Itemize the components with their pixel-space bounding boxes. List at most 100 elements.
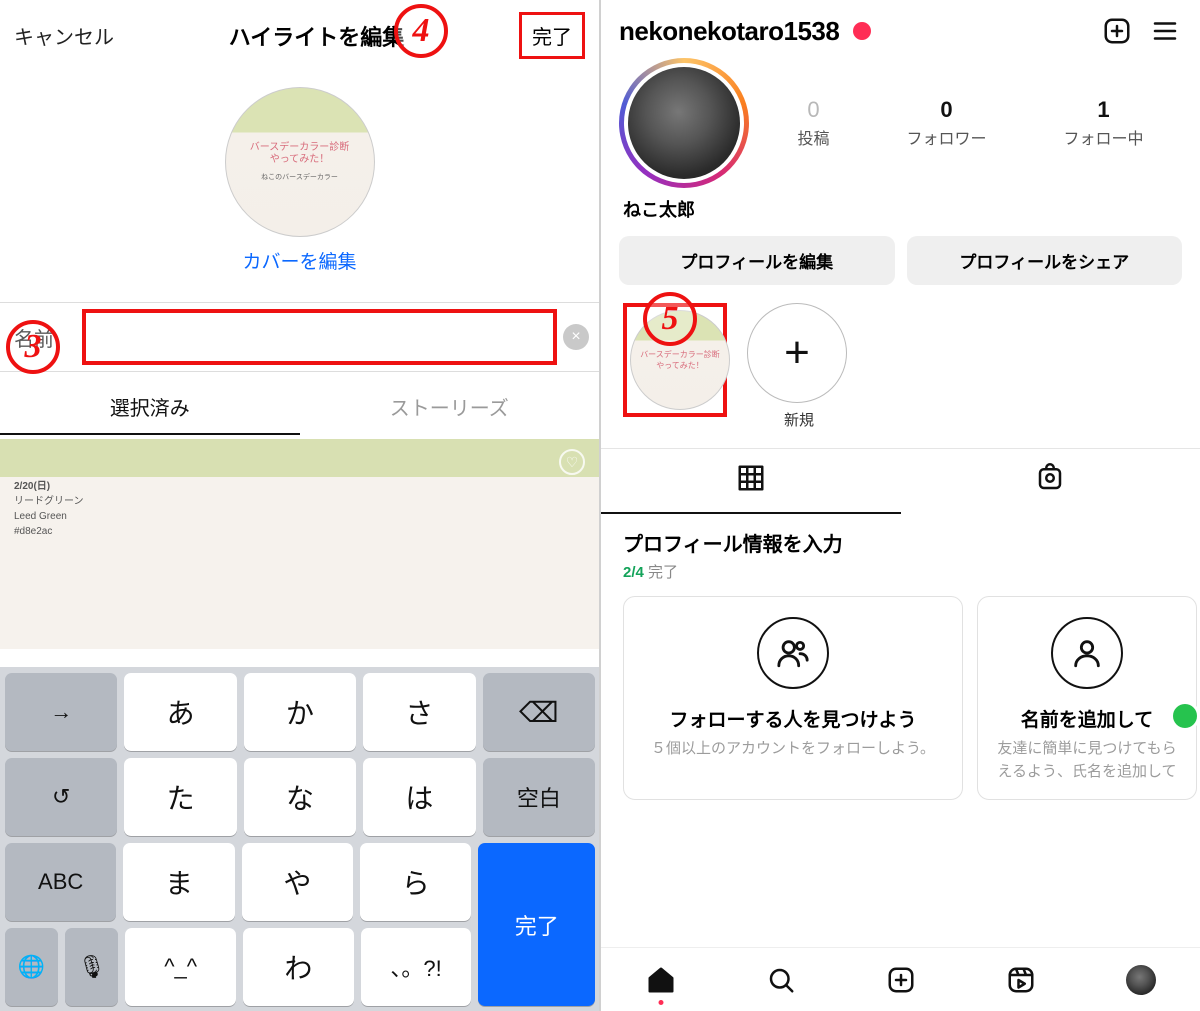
cover-subtext: ねこのバースデーカラー	[261, 172, 338, 182]
profile-header: nekonekotaro1538	[601, 0, 1200, 56]
key-abc[interactable]: ABC	[5, 843, 116, 921]
done-button[interactable]: 完了	[519, 12, 585, 59]
key-emoji[interactable]: ^_^	[125, 928, 236, 1006]
highlight-add[interactable]: + 新規	[747, 303, 851, 430]
key-backspace[interactable]: ⌫	[483, 673, 595, 751]
tab-stories[interactable]: ストーリーズ	[300, 380, 600, 435]
reels-icon	[1006, 965, 1036, 995]
highlight-text-2: やってみた！	[656, 360, 704, 371]
clear-input-icon[interactable]: ×	[563, 324, 589, 350]
stat-followers-label: フォロワー	[906, 125, 986, 149]
profile-avatar[interactable]	[619, 58, 749, 188]
info-title: プロフィール情報を入力	[623, 528, 1178, 557]
share-profile-button[interactable]: プロフィールをシェア	[907, 236, 1183, 285]
heart-icon: ♡	[559, 449, 585, 475]
create-post-icon[interactable]	[1100, 14, 1134, 48]
info-progress: 2/4 完了	[623, 561, 1178, 582]
stat-posts-count: 0	[797, 97, 829, 123]
key-na[interactable]: な	[244, 758, 356, 836]
tab-home[interactable]	[644, 963, 678, 997]
card-find-people[interactable]: フォローする人を見つけよう ５個以上のアカウントをフォローしよう。	[623, 596, 963, 800]
create-icon	[886, 965, 916, 995]
selection-tabs: 選択済み ストーリーズ	[0, 380, 599, 435]
stat-followers-count: 0	[906, 97, 986, 123]
search-icon	[766, 965, 796, 995]
key-ra[interactable]: ら	[360, 843, 471, 921]
key-done[interactable]: 完了	[478, 843, 595, 1006]
menu-icon[interactable]	[1148, 14, 1182, 48]
card-2-title: 名前を追加して	[994, 705, 1180, 732]
stat-following[interactable]: 1 フォロー中	[1063, 97, 1143, 149]
keyboard: → あ か さ ⌫ ↺ た な は 空白 ABC ま や ら 🌐	[0, 667, 599, 1011]
key-a[interactable]: あ	[124, 673, 236, 751]
profile-tabs	[601, 448, 1200, 514]
key-space[interactable]: 空白	[483, 758, 595, 836]
person-icon	[1051, 617, 1123, 689]
grid-icon	[736, 463, 766, 493]
stat-posts[interactable]: 0 投稿	[797, 97, 829, 149]
cancel-button[interactable]: キャンセル	[14, 21, 114, 50]
profile-avatar-small	[1126, 965, 1156, 995]
tab-profile[interactable]	[1124, 963, 1158, 997]
highlight-cover-preview[interactable]: バースデーカラー診断 やってみた！ ねこのバースデーカラー	[225, 87, 375, 237]
display-name: ねこ太郎	[601, 192, 1200, 222]
key-undo[interactable]: ↺	[5, 758, 117, 836]
edit-cover-link[interactable]: カバーを編集	[242, 247, 356, 274]
card-1-sub: ５個以上のアカウントをフォローしよう。	[640, 738, 946, 761]
key-punct[interactable]: 、。?!	[361, 928, 472, 1006]
key-next-candidate[interactable]: →	[5, 673, 117, 751]
progress-suffix: 完了	[644, 564, 678, 581]
key-mic[interactable]: 🎙	[65, 928, 118, 1006]
tab-create[interactable]	[884, 963, 918, 997]
home-icon	[646, 965, 676, 995]
right-pane: nekonekotaro1538 0 投稿 0 フォロワー 1 フォロー中	[601, 0, 1200, 1011]
key-ta[interactable]: た	[124, 758, 236, 836]
stat-followers[interactable]: 0 フォロワー	[906, 97, 986, 149]
header-title: ハイライトを編集	[229, 20, 405, 52]
story-date: 2/20(日)	[14, 479, 585, 494]
key-wa[interactable]: わ	[243, 928, 354, 1006]
card-1-title: フォローする人を見つけよう	[640, 705, 946, 732]
annotation-step-3: 3	[6, 320, 60, 374]
key-ha[interactable]: は	[363, 758, 475, 836]
suggestion-cards: フォローする人を見つけよう ５個以上のアカウントをフォローしよう。 名前を追加し…	[601, 586, 1200, 810]
card-2-sub: 友達に簡単に見つけてもらえるよう、氏名を追加して	[994, 738, 1180, 783]
story-line-3: #d8e2ac	[14, 524, 585, 539]
tab-reels[interactable]	[1004, 963, 1038, 997]
cover-text-2: やってみた！	[270, 154, 330, 166]
tab-search[interactable]	[764, 963, 798, 997]
key-ya[interactable]: や	[242, 843, 353, 921]
bottom-tab-bar	[601, 947, 1200, 1011]
key-ka[interactable]: か	[244, 673, 356, 751]
left-pane: キャンセル ハイライトを編集 完了 4 バースデーカラー診断 やってみた！ ねこ…	[0, 0, 599, 1011]
tab-selected[interactable]: 選択済み	[0, 380, 300, 435]
plus-icon: +	[747, 303, 847, 403]
username[interactable]: nekonekotaro1538	[619, 16, 839, 47]
key-sa[interactable]: さ	[363, 673, 475, 751]
tab-tagged[interactable]	[901, 449, 1200, 514]
progress-count: 2/4	[623, 564, 644, 581]
profile-info-section: プロフィール情報を入力 2/4 完了	[601, 514, 1200, 586]
cover-text-1: バースデーカラー診断	[250, 142, 350, 154]
annotation-step-4: 4	[394, 4, 448, 58]
profile-buttons: プロフィールを編集 プロフィールをシェア	[601, 222, 1200, 291]
stat-following-label: フォロー中	[1063, 125, 1143, 149]
notification-dot-icon	[853, 22, 871, 40]
highlight-text-1: バースデーカラー診断	[640, 349, 720, 360]
key-ma[interactable]: ま	[123, 843, 234, 921]
story-line-2: Leed Green	[14, 509, 585, 524]
checkmark-badge-icon	[1170, 701, 1200, 731]
cover-block: バースデーカラー診断 やってみた！ ねこのバースデーカラー カバーを編集	[0, 87, 599, 274]
stats: 0 投稿 0 フォロワー 1 フォロー中	[759, 97, 1182, 149]
edit-profile-button[interactable]: プロフィールを編集	[619, 236, 895, 285]
key-globe[interactable]: 🌐	[5, 928, 58, 1006]
stat-following-count: 1	[1063, 97, 1143, 123]
card-add-name[interactable]: 名前を追加して 友達に簡単に見つけてもらえるよう、氏名を追加して	[977, 596, 1197, 800]
home-notification-dot	[659, 1000, 664, 1005]
edit-highlight-header: キャンセル ハイライトを編集 完了	[0, 0, 599, 69]
highlight-new-label: 新規	[747, 409, 851, 430]
highlight-name-input[interactable]	[82, 309, 557, 365]
tab-grid[interactable]	[601, 449, 901, 514]
tagged-icon	[1035, 463, 1065, 493]
story-thumbnail[interactable]: ♡ 2/20(日) リードグリーン Leed Green #d8e2ac	[0, 439, 599, 649]
